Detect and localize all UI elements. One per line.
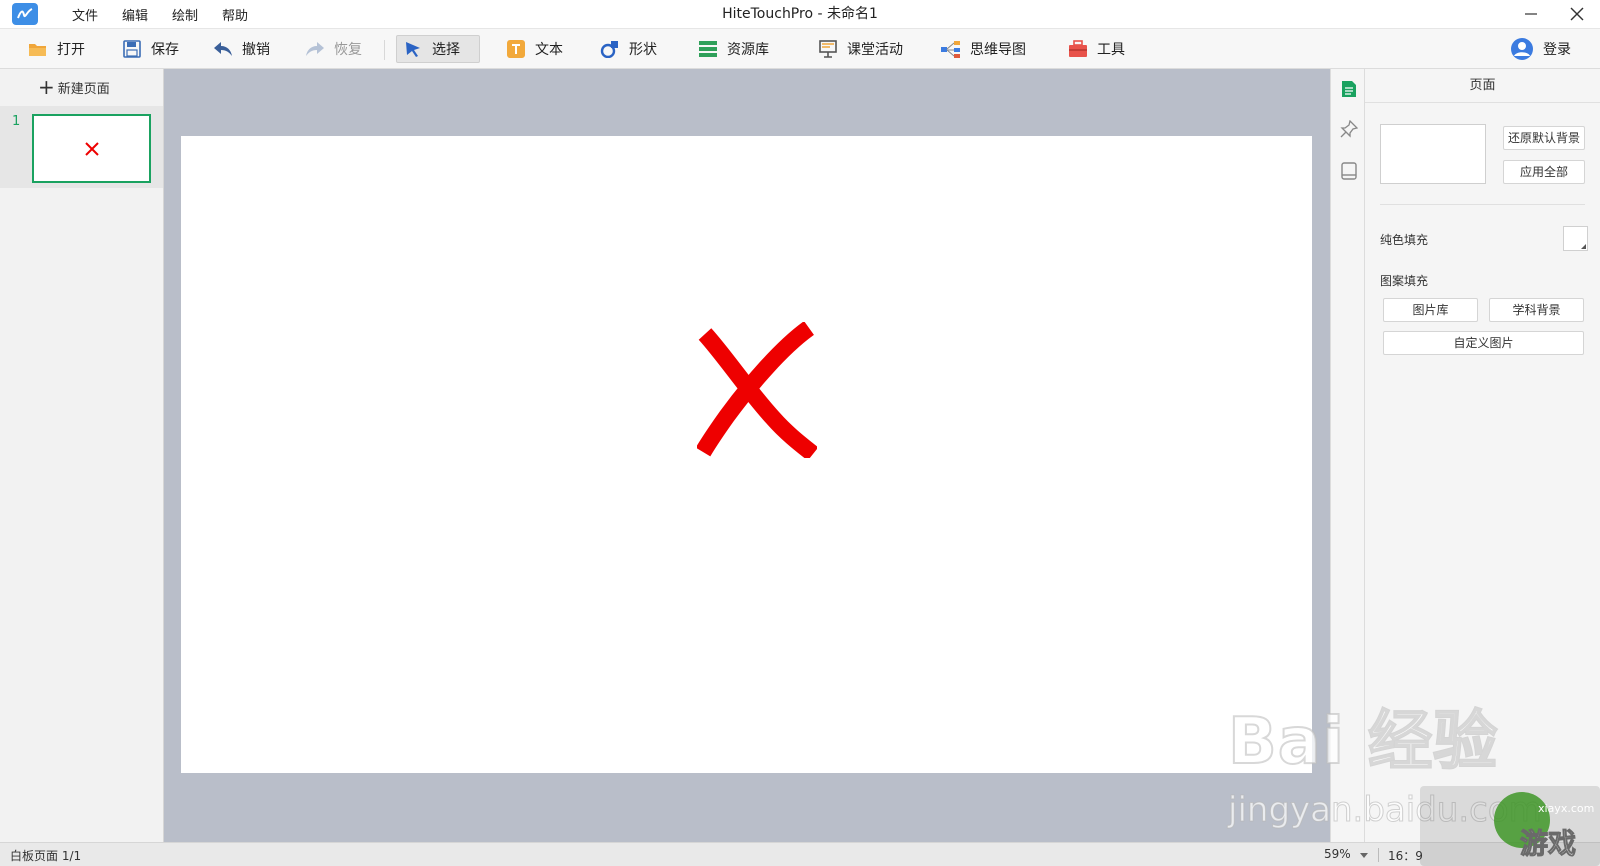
toolbar-divider	[384, 40, 385, 60]
shape-button[interactable]: 形状	[594, 35, 663, 63]
page-panel: + 新建页面 1	[0, 69, 164, 842]
tools-button[interactable]: 工具	[1062, 35, 1131, 63]
shape-label: 形状	[629, 42, 657, 58]
app-logo-icon	[12, 3, 38, 25]
cursor-arrow-icon	[403, 39, 423, 59]
save-label: 保存	[151, 42, 179, 58]
open-button[interactable]: 打开	[22, 35, 91, 63]
minimize-button[interactable]	[1508, 0, 1554, 28]
menu-help[interactable]: 帮助	[210, 5, 260, 24]
new-page-button[interactable]: + 新建页面	[38, 77, 110, 97]
pattern-fill-label: 图案填充	[1380, 274, 1429, 288]
new-page-label: 新建页面	[57, 81, 110, 97]
main-toolbar: 打开 保存 撤销 恢复 选择 文本 形状 资源库 课堂活动 思维导图 工具 登录	[0, 28, 1600, 69]
corner-watermark-text: 游戏	[1519, 827, 1577, 861]
login-label: 登录	[1543, 42, 1571, 58]
save-icon	[122, 39, 142, 59]
page-icon[interactable]	[1339, 79, 1359, 99]
subject-background-button[interactable]: 学科背景	[1489, 298, 1584, 322]
cross-mark-icon	[84, 141, 99, 156]
mindmap-button[interactable]: 思维导图	[935, 35, 1032, 63]
folder-icon	[28, 39, 48, 59]
menu-bar: 文件 编辑 绘制 帮助	[60, 5, 260, 24]
user-avatar-icon	[1510, 37, 1534, 61]
corner-watermark-site: xiayx.com	[1538, 802, 1595, 815]
plus-icon: +	[38, 75, 55, 99]
pin-icon[interactable]	[1339, 119, 1359, 139]
redo-button[interactable]: 恢复	[299, 35, 368, 63]
resources-button[interactable]: 资源库	[692, 35, 775, 63]
solid-fill-color-picker[interactable]	[1563, 226, 1588, 251]
baidu-watermark: Bai 经验	[1227, 704, 1499, 780]
chevron-down-icon[interactable]	[1360, 853, 1368, 858]
restore-default-bg-button[interactable]: 还原默认背景	[1503, 126, 1585, 150]
page-info: 白板页面 1/1	[10, 849, 82, 863]
class-activity-button[interactable]: 课堂活动	[812, 35, 909, 63]
resource-library-icon	[698, 39, 718, 59]
apply-all-button[interactable]: 应用全部	[1503, 160, 1585, 184]
panel-divider	[1380, 204, 1585, 205]
close-icon	[1570, 7, 1584, 21]
undo-icon	[213, 39, 233, 59]
status-divider	[1378, 848, 1379, 862]
presentation-board-icon	[818, 39, 838, 59]
undo-button[interactable]: 撤销	[207, 35, 276, 63]
redo-label: 恢复	[334, 42, 362, 58]
text-icon	[506, 39, 526, 59]
page-thumbnail[interactable]	[32, 114, 151, 183]
resources-label: 资源库	[727, 42, 769, 58]
mindmap-label: 思维导图	[970, 42, 1026, 58]
select-button[interactable]: 选择	[396, 35, 480, 63]
toolbox-icon	[1068, 39, 1088, 59]
text-label: 文本	[535, 42, 563, 58]
whiteboard-slide[interactable]	[181, 136, 1312, 773]
image-library-button[interactable]: 图片库	[1383, 298, 1478, 322]
mindmap-icon	[941, 39, 961, 59]
login-button[interactable]: 登录	[1504, 35, 1577, 63]
class-activity-label: 课堂活动	[847, 42, 903, 58]
page-number: 1	[12, 114, 21, 129]
open-label: 打开	[57, 42, 85, 58]
tools-label: 工具	[1097, 42, 1125, 58]
title-bar: 文件 编辑 绘制 帮助 HiteTouchPro - 未命名1	[0, 0, 1600, 28]
redo-icon	[305, 39, 325, 59]
text-button[interactable]: 文本	[500, 35, 569, 63]
menu-draw[interactable]: 绘制	[160, 5, 210, 24]
select-label: 选择	[432, 42, 460, 58]
red-cross-shape[interactable]	[697, 322, 817, 458]
undo-label: 撤销	[242, 42, 270, 58]
close-button[interactable]	[1554, 0, 1600, 28]
canvas-area[interactable]	[164, 69, 1330, 842]
background-preview	[1380, 124, 1486, 184]
custom-image-button[interactable]: 自定义图片	[1383, 331, 1584, 355]
zoom-select[interactable]: 59%	[1324, 847, 1351, 861]
menu-file[interactable]: 文件	[60, 5, 110, 24]
minimize-icon	[1525, 13, 1537, 15]
page-thumbnail-item[interactable]: 1	[0, 106, 163, 188]
tablet-icon[interactable]	[1339, 161, 1359, 181]
aspect-ratio-select[interactable]: 16：9	[1388, 847, 1423, 864]
panel-title: 页面	[1365, 69, 1600, 103]
solid-fill-label: 纯色填充	[1380, 233, 1429, 247]
shape-icon	[600, 39, 620, 59]
save-button[interactable]: 保存	[116, 35, 185, 63]
menu-edit[interactable]: 编辑	[110, 5, 160, 24]
status-bar: 白板页面 1/1 59% 16：9	[0, 842, 1600, 866]
